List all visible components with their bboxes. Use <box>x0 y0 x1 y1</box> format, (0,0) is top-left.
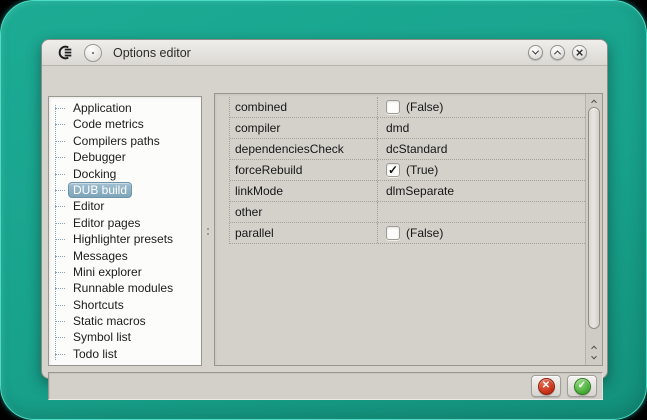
tree-item-label: Application <box>73 101 132 115</box>
scrollbar-thumb[interactable] <box>588 107 600 329</box>
scroll-up-button-bottom[interactable] <box>591 342 597 352</box>
window-menu-button[interactable] <box>84 43 102 62</box>
tree-item-label: Static macros <box>73 314 146 329</box>
property-value[interactable]: dmd <box>378 118 585 138</box>
chevron-down-icon <box>531 47 540 55</box>
property-value[interactable]: (False) <box>378 97 585 117</box>
property-name: combined <box>230 97 378 117</box>
property-name: forceRebuild <box>230 160 378 180</box>
property-name: other <box>230 202 378 222</box>
window-content: Application Code metrics Compilers paths De… <box>42 66 607 400</box>
tree-item-editor[interactable]: Editor <box>49 198 201 214</box>
property-value[interactable]: dcStandard <box>378 139 585 159</box>
chevron-up-icon <box>591 345 597 352</box>
options-tree: Application Code metrics Compilers paths De… <box>49 100 201 362</box>
window-menu-icon <box>92 51 94 54</box>
property-value[interactable]: dlmSeparate <box>378 181 585 201</box>
property-row-linkmode: linkMode dlmSeparate <box>230 181 585 202</box>
property-row-compiler: compiler dmd <box>230 118 585 139</box>
panel-splitter[interactable] <box>202 96 214 366</box>
property-value[interactable] <box>378 202 585 222</box>
tree-item-label: Highlighter presets <box>73 232 174 247</box>
close-button[interactable]: × <box>572 45 587 60</box>
property-value[interactable]: ✓ (True) <box>378 160 585 180</box>
shade-button[interactable] <box>528 45 543 60</box>
scroll-down-button[interactable] <box>591 353 597 363</box>
property-value-text: dlmSeparate <box>386 184 455 198</box>
tree-item-compilers-paths[interactable]: Compilers paths <box>49 133 201 149</box>
tree-item-symbol-list[interactable]: Symbol list <box>49 329 201 345</box>
coedit-logo-icon <box>57 45 73 61</box>
titlebar[interactable]: Options editor × <box>42 40 607 66</box>
property-name: compiler <box>230 118 378 138</box>
property-name: dependenciesCheck <box>230 139 378 159</box>
property-grid-rows: combined (False) compiler dmd dependenciesCh… <box>229 97 585 244</box>
maximize-button[interactable] <box>550 45 565 60</box>
accept-button[interactable]: ✓ <box>567 375 597 397</box>
property-value-text: (False) <box>406 100 444 114</box>
footer-bar: ✕ ✓ <box>48 372 603 400</box>
property-value-text: dcStandard <box>386 142 448 156</box>
ok-circle-check-icon: ✓ <box>573 377 591 395</box>
tree-item-dub-build[interactable]: DUB build <box>49 181 201 198</box>
property-value-text: (True) <box>406 163 439 177</box>
property-value-text: (False) <box>406 226 444 240</box>
chevron-up-icon <box>553 50 562 58</box>
property-grid: combined (False) compiler dmd dependenciesCh… <box>214 93 603 366</box>
tree-item-shortcuts[interactable]: Shortcuts <box>49 297 201 313</box>
tree-item-label: Todo list <box>73 346 118 361</box>
scrollbar-bottom-buttons <box>591 342 597 365</box>
property-value[interactable]: (False) <box>378 223 585 243</box>
tree-item-label: Compilers paths <box>73 133 160 148</box>
tree-item-label: Symbol list <box>73 330 132 345</box>
property-row-combined: combined (False) <box>230 97 585 118</box>
property-name: linkMode <box>230 181 378 201</box>
checkbox-unchecked[interactable] <box>386 226 400 240</box>
tree-item-label: Debugger <box>73 150 126 165</box>
tree-item-code-metrics[interactable]: Code metrics <box>49 116 201 132</box>
tree-item-label: Mini explorer <box>73 264 142 279</box>
tree-item-docking[interactable]: Docking <box>49 166 201 182</box>
cancel-button[interactable]: ✕ <box>531 375 561 397</box>
tree-item-label: Messages <box>73 248 128 263</box>
tree-item-highlighter-presets[interactable]: Highlighter presets <box>49 231 201 247</box>
chevron-up-icon <box>591 99 597 105</box>
chevron-down-icon <box>591 353 597 360</box>
tree-item-mini-explorer[interactable]: Mini explorer <box>49 264 201 280</box>
property-row-dependenciescheck: dependenciesCheck dcStandard <box>230 139 585 160</box>
property-row-other: other <box>230 202 585 223</box>
window-title: Options editor <box>113 45 191 60</box>
vertical-scrollbar[interactable] <box>585 94 602 365</box>
tree-item-label: Docking <box>73 166 117 181</box>
category-list-panel: Application Code metrics Compilers paths De… <box>48 96 202 366</box>
tree-item-editor-pages[interactable]: Editor pages <box>49 215 201 231</box>
scroll-up-button[interactable] <box>586 94 602 107</box>
checkbox-unchecked[interactable] <box>386 100 400 114</box>
property-row-forcerebuild: forceRebuild ✓ (True) <box>230 160 585 181</box>
tree-item-label: Editor pages <box>73 215 141 230</box>
tree-item-label: DUB build <box>68 181 133 198</box>
tree-item-debugger[interactable]: Debugger <box>49 149 201 165</box>
tree-item-static-macros[interactable]: Static macros <box>49 313 201 329</box>
tree-item-todo-list[interactable]: Todo list <box>49 346 201 362</box>
screenshot-stage: Options editor × Application Code metrics… <box>0 0 647 420</box>
close-icon: × <box>575 44 584 60</box>
options-editor-window: Options editor × Application Code metrics… <box>41 39 608 400</box>
property-name: parallel <box>230 223 378 243</box>
tree-item-runnable-modules[interactable]: Runnable modules <box>49 280 201 296</box>
tree-item-application[interactable]: Application <box>49 100 201 116</box>
checkbox-checked[interactable]: ✓ <box>386 163 400 177</box>
cancel-circle-x-icon: ✕ <box>537 377 555 395</box>
tree-item-label: Runnable modules <box>73 281 174 296</box>
tree-item-messages[interactable]: Messages <box>49 248 201 264</box>
tree-item-label: Shortcuts <box>73 297 124 312</box>
tree-item-label: Code metrics <box>73 117 144 132</box>
tree-item-label: Editor <box>73 199 105 214</box>
property-value-text: dmd <box>386 121 410 135</box>
property-row-parallel: parallel (False) <box>230 223 585 244</box>
teal-background-card: Options editor × Application Code metrics… <box>0 0 647 420</box>
